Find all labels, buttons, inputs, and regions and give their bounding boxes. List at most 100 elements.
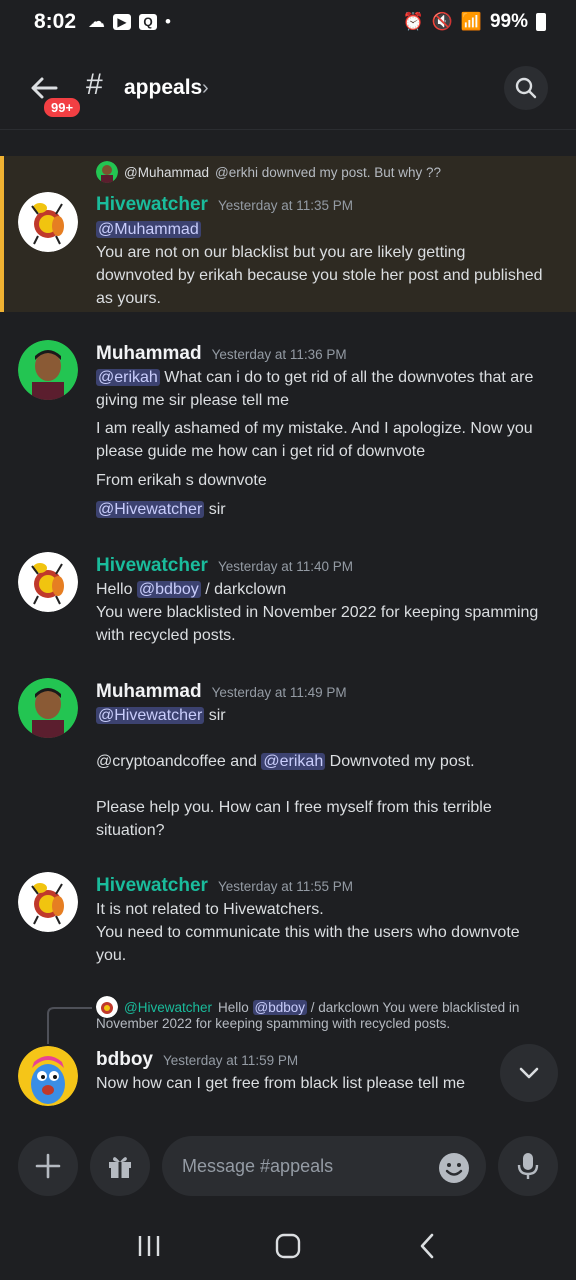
message-text: It is not related to Hivewatchers. — [96, 901, 324, 918]
message-text: situation? — [96, 822, 165, 839]
reply-text-part: Hello — [217, 999, 253, 1015]
message-item[interactable]: Muhammad Yesterday at 11:49 PM @Hivewatch… — [0, 676, 576, 846]
reply-author: @Hivewatcher — [124, 999, 212, 1015]
emoji-icon[interactable] — [438, 1152, 470, 1184]
recents-icon — [139, 1236, 160, 1256]
message-text: Now how can I get free from black list p… — [96, 1075, 466, 1092]
message-text: giving me sir please tell me — [96, 392, 289, 409]
recents-button[interactable] — [119, 1224, 179, 1268]
channel-title[interactable]: appeals — [124, 76, 202, 100]
reply-text-part: / darkclown You were blacklisted in — [307, 999, 520, 1015]
author-name[interactable]: bdboy — [96, 1049, 153, 1070]
message-text: @Hivewatcher sir — [96, 498, 566, 521]
jump-to-latest-button[interactable] — [500, 1044, 558, 1102]
message-header: Muhammad Yesterday at 11:49 PM — [96, 680, 566, 704]
message-text: You were blacklisted in November 2022 fo… — [96, 604, 539, 621]
add-attachment-button[interactable] — [18, 1136, 78, 1196]
reply-connector — [47, 1007, 92, 1044]
mute-icon: 🔇 — [431, 12, 453, 31]
chevron-right-icon[interactable]: › — [202, 77, 209, 100]
message-text-part: sir — [204, 707, 226, 724]
author-name[interactable]: Hivewatcher — [96, 555, 208, 576]
message-header: Hivewatcher Yesterday at 11:40 PM — [96, 554, 566, 578]
message-item[interactable]: Hivewatcher Yesterday at 11:40 PM Hello @… — [0, 550, 576, 650]
system-navigation-bar — [0, 1212, 576, 1280]
mention[interactable]: @bdboy — [136, 581, 201, 598]
mention[interactable]: @erikah — [96, 369, 160, 386]
battery-percent: 99% — [489, 11, 528, 32]
message-text-part: Downvoted my post. — [325, 753, 475, 770]
gift-button[interactable] — [90, 1136, 150, 1196]
message-header: Hivewatcher Yesterday at 11:35 PM — [96, 193, 566, 217]
message-text: @Hivewatcher sir — [96, 704, 566, 727]
author-name[interactable]: Muhammad — [96, 681, 202, 702]
gift-icon — [109, 1157, 131, 1178]
back-chevron-icon — [420, 1233, 433, 1259]
reply-author: @Muhammad — [124, 164, 209, 180]
message-text: @cryptoandcoffee and @erikah Downvoted m… — [96, 750, 566, 773]
avatar[interactable] — [18, 872, 78, 932]
author-name[interactable]: Hivewatcher — [96, 875, 208, 896]
search-button[interactable] — [504, 66, 548, 110]
message-header: Muhammad Yesterday at 11:36 PM — [96, 342, 566, 366]
reply-text: @erkhi downved my post. But why ?? — [214, 164, 442, 180]
youtube-icon: ▶ — [113, 14, 132, 30]
avatar[interactable] — [18, 552, 78, 612]
search-icon — [515, 77, 537, 99]
voice-message-button[interactable] — [498, 1136, 558, 1196]
message-text: I am really ashamed of my mistake. And I… — [96, 420, 533, 437]
message-text: with recycled posts. — [96, 627, 236, 644]
back-button[interactable] — [397, 1224, 457, 1268]
status-bar: 8:02 ☁ ▶ Q • ⏰ 🔇 📶 99% — [0, 0, 576, 44]
message-item[interactable]: Hivewatcher Yesterday at 11:55 PM It is n… — [0, 870, 576, 970]
status-time: 8:02 — [34, 10, 77, 33]
chevron-down-icon — [519, 1067, 539, 1079]
message-text-part: What can i do to get rid of all the down… — [159, 369, 534, 386]
reply-preview[interactable]: @Muhammad @erkhi downved my post. But wh… — [96, 161, 441, 183]
message-header: bdboy Yesterday at 11:59 PM — [96, 1048, 566, 1072]
timestamp: Yesterday at 11:55 PM — [217, 879, 354, 894]
app-q-icon: Q — [139, 14, 158, 30]
avatar[interactable] — [18, 1046, 78, 1106]
avatar[interactable] — [18, 340, 78, 400]
mention[interactable]: @erikah — [261, 753, 326, 770]
message-text: please guide me how can i get rid of dow… — [96, 443, 426, 460]
status-system-icons: ⏰ 🔇 📶 99% — [402, 11, 546, 33]
mention[interactable]: @Muhammad — [96, 221, 201, 238]
message-text: Please help you. How can I free myself f… — [96, 799, 492, 816]
muhammad-avatar-icon — [18, 678, 78, 738]
message-item[interactable]: @Muhammad @erkhi downved my post. But wh… — [0, 156, 576, 312]
bdboy-avatar-icon — [18, 1046, 78, 1106]
dot-icon: • — [165, 12, 171, 31]
mention[interactable]: @Hivewatcher — [96, 501, 205, 518]
unread-badge: 99+ — [42, 96, 83, 119]
mention: @bdboy — [252, 999, 307, 1015]
reply-preview[interactable]: @Hivewatcher Hello @bdboy / darkclown Yo… — [96, 996, 519, 1018]
home-button[interactable] — [258, 1224, 318, 1268]
message-text: You need to communicate this with the us… — [96, 924, 520, 941]
message-text: @erikah What can i do to get rid of all … — [96, 366, 566, 389]
message-header: Hivewatcher Yesterday at 11:55 PM — [96, 874, 566, 898]
reply-text-line2: November 2022 for keeping spamming with … — [96, 1016, 451, 1031]
muhammad-avatar-icon — [18, 340, 78, 400]
status-notification-icons: ☁ ▶ Q • — [88, 12, 171, 32]
microphone-icon — [517, 1153, 539, 1179]
avatar[interactable] — [18, 678, 78, 738]
channel-header: 99+ # appeals › — [0, 48, 576, 130]
author-name[interactable]: Muhammad — [96, 343, 202, 364]
reply-text: Hello @bdboy / darkclown You were blackl… — [217, 999, 520, 1015]
message-item[interactable]: @Hivewatcher Hello @bdboy / darkclown Yo… — [0, 992, 576, 1124]
avatar[interactable] — [18, 192, 78, 252]
timestamp: Yesterday at 11:59 PM — [163, 1053, 299, 1068]
message-item[interactable]: Muhammad Yesterday at 11:36 PM @erikah Wh… — [0, 338, 576, 528]
alarm-icon: ⏰ — [402, 12, 424, 31]
cloud-icon: ☁ — [88, 12, 106, 31]
message-text: Hello @bdboy / darkclown — [96, 578, 566, 601]
message-text: @Muhammad — [96, 218, 566, 241]
mention[interactable]: @Hivewatcher — [96, 707, 205, 724]
author-name[interactable]: Hivewatcher — [96, 194, 208, 215]
hash-icon: # — [86, 68, 103, 101]
hivewatcher-avatar-icon — [18, 872, 78, 932]
message-list[interactable]: @Muhammad @erkhi downved my post. But wh… — [0, 156, 576, 1124]
hivewatcher-avatar-icon — [18, 192, 78, 252]
